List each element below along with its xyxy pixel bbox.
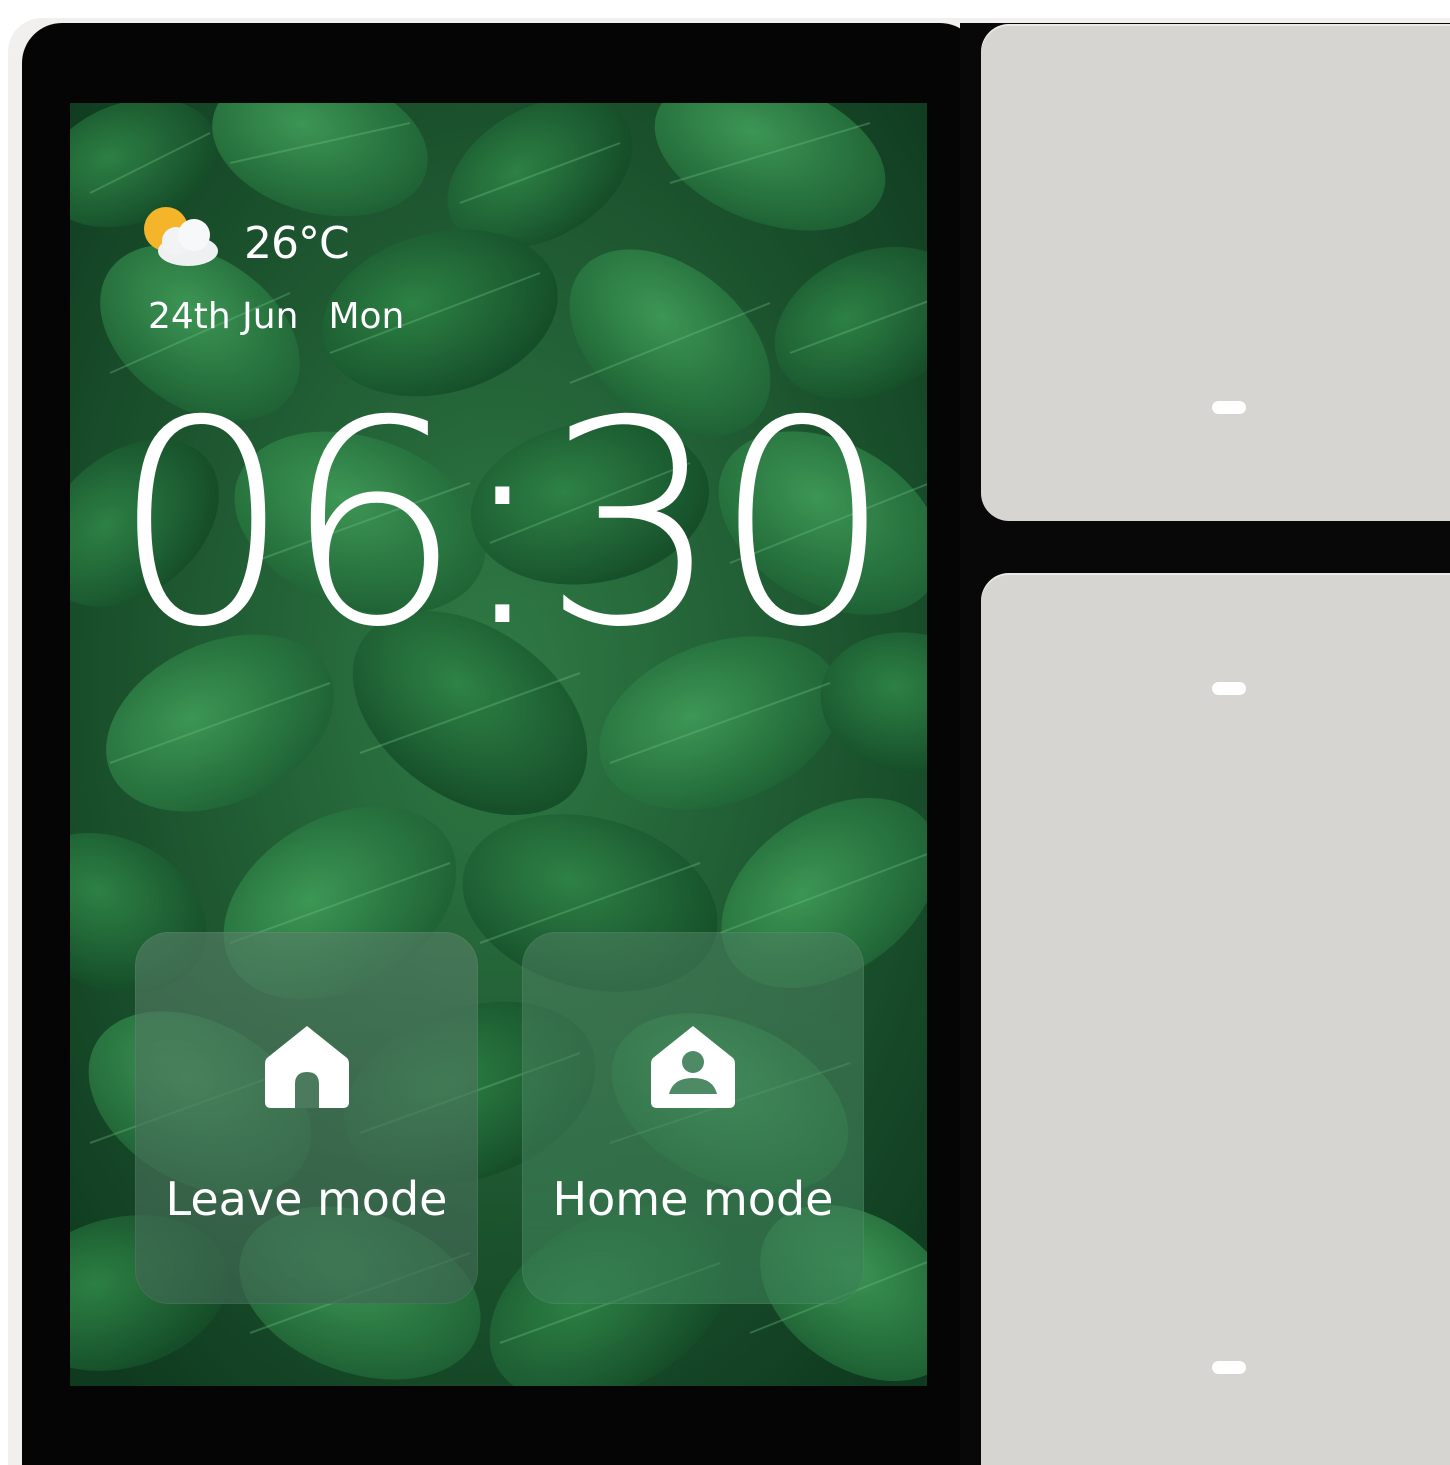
home-mode-button[interactable]: Home mode (522, 932, 864, 1304)
home-person-icon (651, 1026, 735, 1108)
partly-cloudy-icon (144, 207, 218, 266)
leave-mode-button[interactable]: Leave mode (135, 932, 478, 1304)
temperature-readout: 26°C (244, 218, 350, 269)
upper-switch-indicator (1212, 401, 1246, 414)
lower-switch-button[interactable] (981, 573, 1450, 1465)
home-mode-label: Home mode (552, 1172, 834, 1226)
date-readout: 24th Jun Mon (148, 296, 404, 337)
house-icon (264, 1026, 349, 1108)
leave-mode-label: Leave mode (165, 1172, 448, 1226)
clock-time: 06:30 (112, 360, 893, 689)
date-weekday: Mon (328, 296, 405, 337)
upper-switch-button[interactable] (981, 24, 1450, 521)
lower-switch-top-indicator (1212, 682, 1246, 695)
lower-switch-bottom-indicator (1212, 1361, 1246, 1374)
date-day-month: 24th Jun (148, 296, 299, 337)
